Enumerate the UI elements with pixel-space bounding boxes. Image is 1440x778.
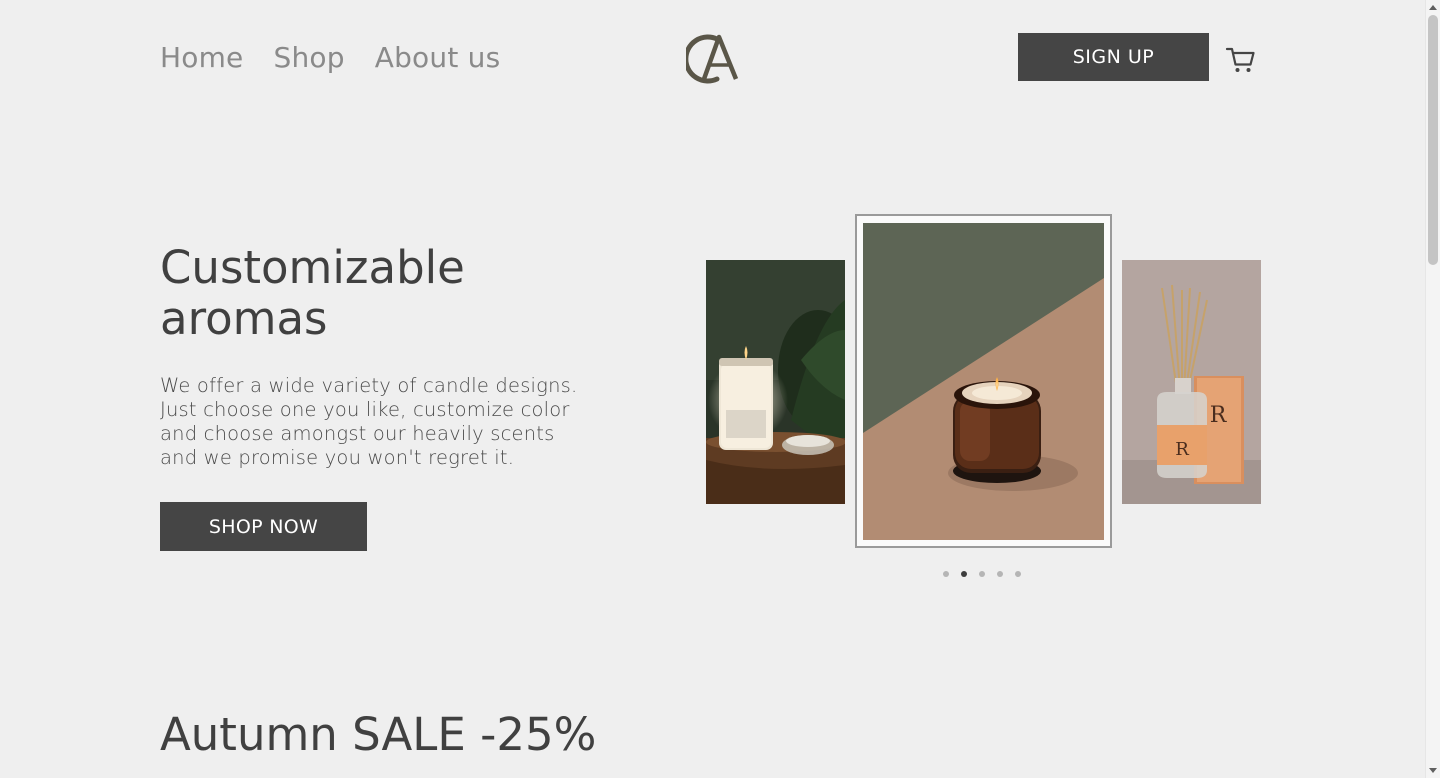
carousel-dot-active[interactable] bbox=[961, 571, 967, 577]
carousel-slide-prev[interactable] bbox=[706, 260, 845, 504]
hero-title: Customizable aromas bbox=[160, 241, 465, 345]
hero-description: We offer a wide variety of candle design… bbox=[160, 374, 578, 469]
carousel-slide-active[interactable] bbox=[863, 223, 1104, 540]
carousel-dots bbox=[943, 571, 1021, 577]
scroll-up-arrow-icon[interactable] bbox=[1429, 5, 1437, 10]
scroll-down-arrow-icon[interactable] bbox=[1429, 768, 1437, 773]
nav-home-link[interactable]: Home bbox=[160, 40, 244, 76]
carousel-slide-next[interactable]: R R bbox=[1122, 260, 1261, 504]
scroll-thumb[interactable] bbox=[1428, 15, 1438, 265]
brand-logo[interactable] bbox=[686, 32, 740, 84]
svg-text:R: R bbox=[1175, 439, 1189, 460]
page-scrollbar[interactable] bbox=[1425, 0, 1440, 778]
candle-with-plant-image bbox=[706, 260, 845, 504]
svg-text:R: R bbox=[1210, 403, 1228, 428]
amber-jar-candle-image bbox=[863, 223, 1104, 540]
nav-shop-link[interactable]: Shop bbox=[274, 40, 345, 76]
main-nav: Home Shop About us bbox=[160, 40, 500, 76]
carousel-dot[interactable] bbox=[979, 571, 985, 577]
carousel-dot[interactable] bbox=[997, 571, 1003, 577]
reed-diffuser-image: R R bbox=[1122, 260, 1261, 504]
carousel-dot[interactable] bbox=[1015, 571, 1021, 577]
shop-now-button[interactable]: SHOP NOW bbox=[160, 502, 367, 551]
nav-about-link[interactable]: About us bbox=[375, 40, 501, 76]
sale-title: Autumn SALE -25% bbox=[160, 708, 597, 761]
sign-up-button[interactable]: SIGN UP bbox=[1018, 33, 1209, 81]
carousel-dot[interactable] bbox=[943, 571, 949, 577]
shopping-cart-icon[interactable] bbox=[1225, 44, 1257, 76]
